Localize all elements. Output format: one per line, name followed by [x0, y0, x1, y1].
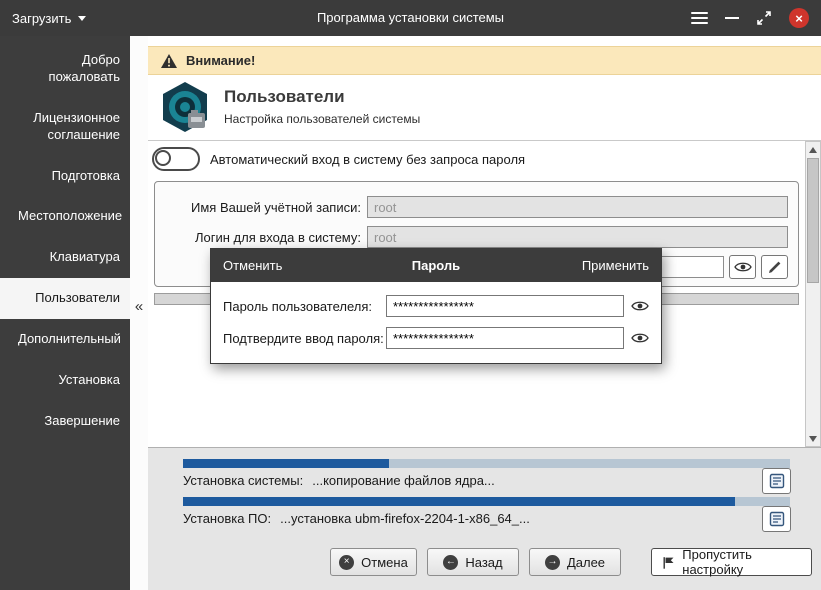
edit-password-button[interactable]	[761, 255, 788, 279]
account-name-row: Имя Вашей учётной записи:	[155, 192, 798, 222]
hamburger-icon	[691, 12, 708, 14]
sidebar-item-location[interactable]: Местоположение	[0, 196, 130, 237]
system-progress-text: Установка системы: ...копирование файлов …	[183, 473, 495, 488]
warning-banner: Внимание!	[148, 46, 821, 75]
eye-icon	[734, 261, 752, 273]
sidebar-item-license[interactable]: Лицензионное соглашение	[0, 98, 130, 156]
skip-button-label: Пропустить настройку	[682, 547, 801, 577]
sidebar-collapse-button[interactable]: «	[130, 298, 148, 315]
autologin-toggle[interactable]	[152, 147, 200, 171]
dialog-confirm-row: Подтвердите ввод пароля:	[223, 327, 649, 349]
back-arrow-icon: ←	[443, 555, 458, 570]
system-progress-fill	[183, 459, 389, 468]
close-button[interactable]: ×	[789, 8, 809, 28]
next-button[interactable]: → Далее	[529, 548, 621, 576]
account-name-label: Имя Вашей учётной записи:	[155, 200, 361, 215]
dialog-password-label: Пароль пользователеля:	[223, 299, 386, 314]
dialog-confirm-input[interactable]	[386, 327, 624, 349]
log-icon	[769, 511, 785, 527]
vertical-scrollbar[interactable]	[805, 141, 821, 447]
software-progress-text: Установка ПО: ...установка ubm-firefox-22…	[183, 511, 530, 526]
software-log-button[interactable]	[762, 506, 791, 532]
page-header: Пользователи Настройка пользователей сис…	[148, 75, 821, 141]
system-progress-status: ...копирование файлов ядра...	[312, 473, 495, 488]
login-label: Логин для входа в систему:	[155, 230, 361, 245]
cancel-icon: ×	[339, 555, 354, 570]
dialog-confirm-eye-button[interactable]	[631, 332, 649, 344]
scroll-thumb[interactable]	[807, 158, 819, 283]
load-menu-button[interactable]: Загрузить	[12, 0, 86, 36]
bottom-panel: Установка системы: ...копирование файлов …	[148, 447, 821, 590]
maximize-button[interactable]	[756, 10, 772, 26]
next-button-label: Далее	[567, 555, 605, 570]
chevron-down-icon	[78, 16, 86, 21]
software-progress-label: Установка ПО:	[183, 511, 271, 526]
eye-icon	[631, 332, 649, 344]
account-name-input	[367, 196, 788, 218]
app-logo	[158, 80, 212, 134]
load-menu-label: Загрузить	[12, 11, 71, 26]
dialog-confirm-label: Подтвердите ввод пароля:	[223, 331, 386, 346]
skip-button[interactable]: Пропустить настройку	[651, 548, 812, 576]
toggle-knob-icon	[155, 150, 171, 166]
scroll-up-button[interactable]	[806, 142, 820, 157]
page-subtitle: Настройка пользователей системы	[224, 112, 420, 126]
sidebar: Добро пожаловать Лицензионное соглашение…	[0, 36, 130, 590]
dialog-apply-button[interactable]: Применить	[539, 258, 649, 273]
sidebar-item-users[interactable]: Пользователи	[0, 278, 130, 319]
menu-button[interactable]	[691, 12, 708, 24]
triangle-down-icon	[809, 436, 817, 442]
password-dialog-body: Пароль пользователеля: Подтвердите ввод …	[211, 282, 661, 363]
dialog-password-eye-button[interactable]	[631, 300, 649, 312]
dialog-title: Пароль	[333, 258, 539, 273]
triangle-up-icon	[809, 147, 817, 153]
main-area: Внимание! Пользователи Настройка пользов…	[148, 36, 821, 590]
system-progress-bar	[183, 459, 790, 468]
dialog-password-row: Пароль пользователеля:	[223, 295, 649, 317]
close-icon: ×	[795, 11, 803, 26]
skip-flag-icon	[662, 555, 675, 570]
minimize-button[interactable]	[725, 17, 739, 19]
back-button-label: Назад	[465, 555, 502, 570]
cancel-button-label: Отмена	[361, 555, 408, 570]
cancel-button[interactable]: × Отмена	[330, 548, 417, 576]
system-progress-label: Установка системы:	[183, 473, 303, 488]
warning-text: Внимание!	[186, 53, 255, 68]
expand-icon	[756, 10, 772, 26]
titlebar: Программа установки системы Загрузить ×	[0, 0, 821, 36]
dialog-password-input[interactable]	[386, 295, 624, 317]
sidebar-item-additional[interactable]: Дополнительный	[0, 319, 130, 360]
password-dialog-header: Отменить Пароль Применить	[211, 249, 661, 282]
system-log-button[interactable]	[762, 468, 791, 494]
page-title: Пользователи	[224, 87, 345, 107]
window-controls: ×	[691, 0, 809, 36]
sidebar-item-preparation[interactable]: Подготовка	[0, 156, 130, 197]
dialog-cancel-button[interactable]: Отменить	[223, 258, 333, 273]
eye-icon	[631, 300, 649, 312]
password-dialog: Отменить Пароль Применить Пароль пользов…	[210, 248, 662, 364]
show-password-button[interactable]	[729, 255, 756, 279]
pencil-icon	[768, 260, 782, 274]
sidebar-strip: «	[130, 36, 148, 590]
software-progress-bar	[183, 497, 790, 506]
login-input	[367, 226, 788, 248]
sidebar-item-completion[interactable]: Завершение	[0, 401, 130, 442]
next-arrow-icon: →	[545, 555, 560, 570]
installer-window: Программа установки системы Загрузить × …	[0, 0, 821, 590]
warning-icon	[160, 53, 178, 69]
autologin-label: Автоматический вход в систему без запрос…	[210, 152, 525, 167]
back-button[interactable]: ← Назад	[427, 548, 519, 576]
sidebar-item-installation[interactable]: Установка	[0, 360, 130, 401]
sidebar-item-keyboard[interactable]: Клавиатура	[0, 237, 130, 278]
software-progress-fill	[183, 497, 735, 506]
scroll-down-button[interactable]	[806, 431, 820, 446]
log-icon	[769, 473, 785, 489]
software-progress-status: ...установка ubm-firefox-2204-1-x86_64_.…	[280, 511, 530, 526]
autologin-row: Автоматический вход в систему без запрос…	[152, 147, 525, 171]
sidebar-item-welcome[interactable]: Добро пожаловать	[0, 40, 130, 98]
